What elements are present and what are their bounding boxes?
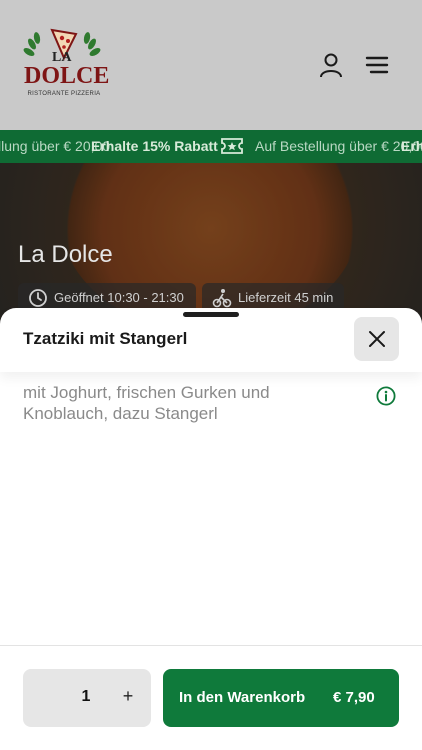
- logo-dolce-text: DOLCE: [24, 63, 110, 89]
- ticker-promo-text: Erhalte 15% Rabatt: [91, 138, 218, 154]
- sheet-drag-handle[interactable]: [183, 312, 239, 317]
- footer-divider: [0, 645, 422, 646]
- info-icon[interactable]: [376, 386, 396, 406]
- bike-courier-icon: [212, 289, 232, 308]
- background-page: LA DOLCE RISTORANTE PIZZERIA llung über …: [0, 0, 422, 330]
- ticket-icon: [221, 138, 243, 154]
- product-title: Tzatziki mit Stangerl: [23, 329, 188, 348]
- promo-ticker: llung über € 20,00 Erhalte 15% Rabatt Au…: [0, 130, 422, 163]
- close-icon: [369, 331, 385, 347]
- quantity-value: 1: [81, 688, 91, 705]
- cart-price: € 7,90: [333, 689, 375, 706]
- hamburger-menu-icon[interactable]: [364, 54, 390, 76]
- user-icon[interactable]: [318, 52, 344, 78]
- product-description: mit Joghurt, frischen Gurken und Knoblau…: [23, 383, 270, 423]
- delivery-time-text: Lieferzeit 45 min: [238, 290, 334, 305]
- ticker-tail-text: Erh: [401, 138, 422, 154]
- opening-hours-text: Geöffnet 10:30 - 21:30: [54, 290, 184, 305]
- ticker-text-right: Auf Bestellung über € 20,00: [255, 138, 422, 154]
- restaurant-hero-image: La Dolce Geöffnet 10:30 - 21:30 Lieferze…: [0, 163, 422, 330]
- site-header: LA DOLCE RISTORANTE PIZZERIA: [0, 0, 422, 130]
- logo-subtitle: RISTORANTE PIZZERIA: [27, 91, 101, 97]
- close-button[interactable]: [354, 317, 399, 361]
- add-to-cart-label: In den Warenkorb: [179, 689, 306, 706]
- restaurant-name: La Dolce: [18, 241, 113, 268]
- quantity-plus-button[interactable]: +: [118, 686, 138, 707]
- clock-icon: [29, 289, 47, 307]
